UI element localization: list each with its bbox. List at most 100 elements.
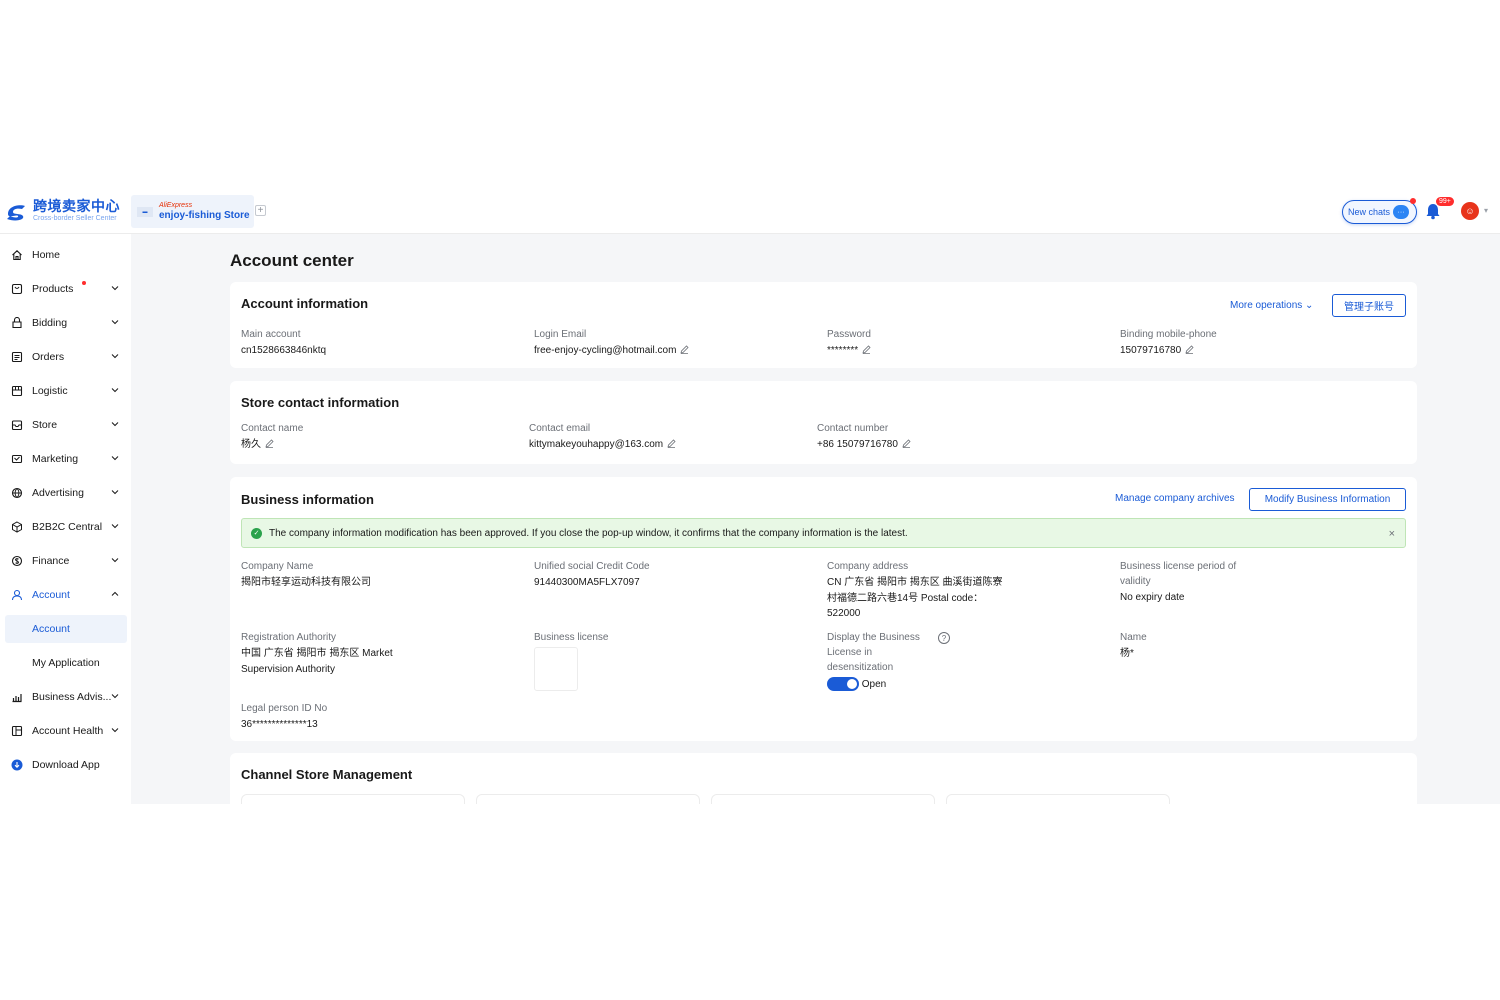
add-store-button[interactable]: +	[255, 205, 266, 216]
edit-icon[interactable]	[667, 439, 676, 448]
binding-phone-label: Binding mobile-phone	[1120, 329, 1217, 340]
business-license-label: Business license	[534, 632, 609, 643]
manage-company-archives-link[interactable]: Manage company archives	[1115, 493, 1235, 504]
chevron-down-icon	[111, 388, 119, 393]
chevron-down-icon	[111, 694, 119, 699]
edit-icon[interactable]	[902, 439, 911, 448]
sidebar-subitem-my-application[interactable]: My Application	[5, 649, 127, 677]
binding-phone-field: Binding mobile-phone 15079716780	[1120, 327, 1217, 359]
edit-icon[interactable]	[680, 345, 689, 354]
seller-center-logo[interactable]: 跨境卖家中心 Cross-border Seller Center	[5, 199, 120, 222]
contact-name-field: Contact name 杨久	[241, 421, 303, 453]
question-circle-icon[interactable]: ?	[938, 632, 950, 644]
sidebar-item-download-app[interactable]: Download App	[5, 751, 127, 779]
business-advisor-icon	[11, 691, 23, 703]
sidebar-item-marketing[interactable]: Marketing	[5, 445, 127, 473]
channel-store-tile[interactable]	[711, 794, 935, 804]
chevron-down-icon	[111, 728, 119, 733]
store-platform: AliExpress	[159, 202, 193, 210]
logo-title: 跨境卖家中心	[33, 198, 120, 214]
legal-person-id-field: Legal person ID No 36**************13	[241, 701, 327, 733]
account-information-title: Account information	[241, 296, 369, 311]
display-desensitization-label-3: desensitization	[827, 662, 894, 673]
license-period-label-2: validity	[1120, 576, 1151, 587]
chevron-down-icon	[111, 422, 119, 427]
main-account-field: Main account cn1528663846nktq	[241, 327, 326, 359]
password-value: ********	[827, 345, 859, 356]
user-menu-chevron-icon[interactable]: ▾	[1484, 206, 1488, 215]
business-license-field: Business license	[534, 630, 608, 645]
desensitization-toggle[interactable]	[827, 677, 859, 692]
sidebar-subitem-account[interactable]: Account	[5, 615, 127, 643]
channel-store-title: Channel Store Management	[241, 767, 413, 782]
license-period-field: Business license period of validity No e…	[1120, 559, 1236, 606]
legal-name-field: Name 杨*	[1120, 630, 1147, 662]
company-address-field: Company address CN 广东省 揭阳市 揭东区 曲溪街道陈寮 村福…	[827, 559, 1003, 622]
sidebar-item-store[interactable]: Store	[5, 411, 127, 439]
store-icon	[11, 419, 23, 431]
more-operations-dropdown[interactable]: More operations ⌄	[1230, 300, 1313, 311]
business-license-image[interactable]	[534, 647, 578, 691]
chevron-up-icon	[111, 591, 119, 596]
new-chats-button[interactable]: New chats ···	[1342, 200, 1417, 224]
store-switcher[interactable]: ▬ AliExpress enjoy-fishing Store	[131, 195, 254, 228]
password-field: Password ********	[827, 327, 871, 359]
sidebar-item-advertising[interactable]: Advertising	[5, 479, 127, 507]
legal-person-id-label: Legal person ID No	[241, 703, 328, 714]
company-name-label: Company Name	[241, 561, 314, 572]
contact-number-label: Contact number	[817, 423, 889, 434]
registration-authority-line-2: Supervision Authority	[241, 663, 335, 675]
sidebar-item-b2b2c-central[interactable]: B2B2C Central	[5, 513, 127, 541]
license-period-value: No expiry date	[1120, 592, 1185, 603]
bidding-icon	[11, 317, 23, 329]
contact-email-label: Contact email	[529, 423, 591, 434]
company-name-value: 揭阳市轻享运动科技有限公司	[241, 577, 371, 588]
account-health-icon	[11, 725, 23, 737]
chat-bubble-icon: ···	[1393, 205, 1410, 219]
contact-number-field: Contact number +86 15079716780	[817, 421, 911, 453]
channel-store-card: Channel Store Management	[230, 753, 1417, 804]
company-address-label: Company address	[827, 561, 909, 572]
top-bar: 跨境卖家中心 Cross-border Seller Center ▬ AliE…	[0, 190, 1500, 234]
download-icon	[11, 759, 23, 771]
sidebar-item-account[interactable]: Account	[5, 581, 127, 609]
login-email-value: free-enjoy-cycling@hotmail.com	[534, 345, 677, 356]
user-avatar[interactable]: ☺	[1461, 202, 1479, 220]
contact-name-label: Contact name	[241, 423, 304, 434]
sidebar-item-account-health[interactable]: Account Health	[5, 717, 127, 745]
sidebar-item-bidding[interactable]: Bidding	[5, 309, 127, 337]
edit-icon[interactable]	[265, 439, 274, 448]
sidebar-item-logistic[interactable]: Logistic	[5, 377, 127, 405]
sidebar-item-products[interactable]: Products	[5, 275, 127, 303]
channel-store-tile[interactable]	[476, 794, 700, 804]
legal-name-label: Name	[1120, 632, 1147, 643]
license-period-label-1: Business license period of	[1120, 561, 1237, 572]
binding-phone-value: 15079716780	[1120, 345, 1182, 356]
approval-alert-text: The company information modification has…	[269, 527, 908, 539]
manage-sub-accounts-button[interactable]: 管理子账号	[1332, 294, 1406, 317]
sidebar-item-home[interactable]: Home	[5, 241, 127, 269]
sidebar-item-finance[interactable]: Finance	[5, 547, 127, 575]
channel-store-tile[interactable]	[946, 794, 1170, 804]
approval-alert: ✓ The company information modification h…	[241, 518, 1406, 548]
edit-icon[interactable]	[1185, 345, 1194, 354]
chevron-down-icon: ⌄	[1305, 300, 1314, 311]
modify-business-information-button[interactable]: Modify Business Information	[1249, 488, 1406, 511]
chevron-down-icon	[111, 286, 119, 291]
sidebar-item-business-advisor[interactable]: Business Advis...	[5, 683, 127, 711]
password-label: Password	[827, 329, 871, 340]
chevron-down-icon	[111, 490, 119, 495]
marketing-icon	[11, 453, 23, 465]
sidebar-item-orders[interactable]: Orders	[5, 343, 127, 371]
b2b2c-icon	[11, 521, 23, 533]
logistic-icon	[11, 385, 23, 397]
home-icon	[11, 249, 23, 261]
close-icon[interactable]: ×	[1389, 528, 1395, 540]
login-email-label: Login Email	[534, 329, 587, 340]
logo-icon	[7, 204, 25, 220]
credit-code-field: Unified social Credit Code 91440300MA5FL…	[534, 559, 650, 591]
store-contact-title: Store contact information	[241, 395, 400, 410]
channel-store-tile[interactable]	[241, 794, 465, 804]
edit-icon[interactable]	[862, 345, 871, 354]
finance-icon	[11, 555, 23, 567]
